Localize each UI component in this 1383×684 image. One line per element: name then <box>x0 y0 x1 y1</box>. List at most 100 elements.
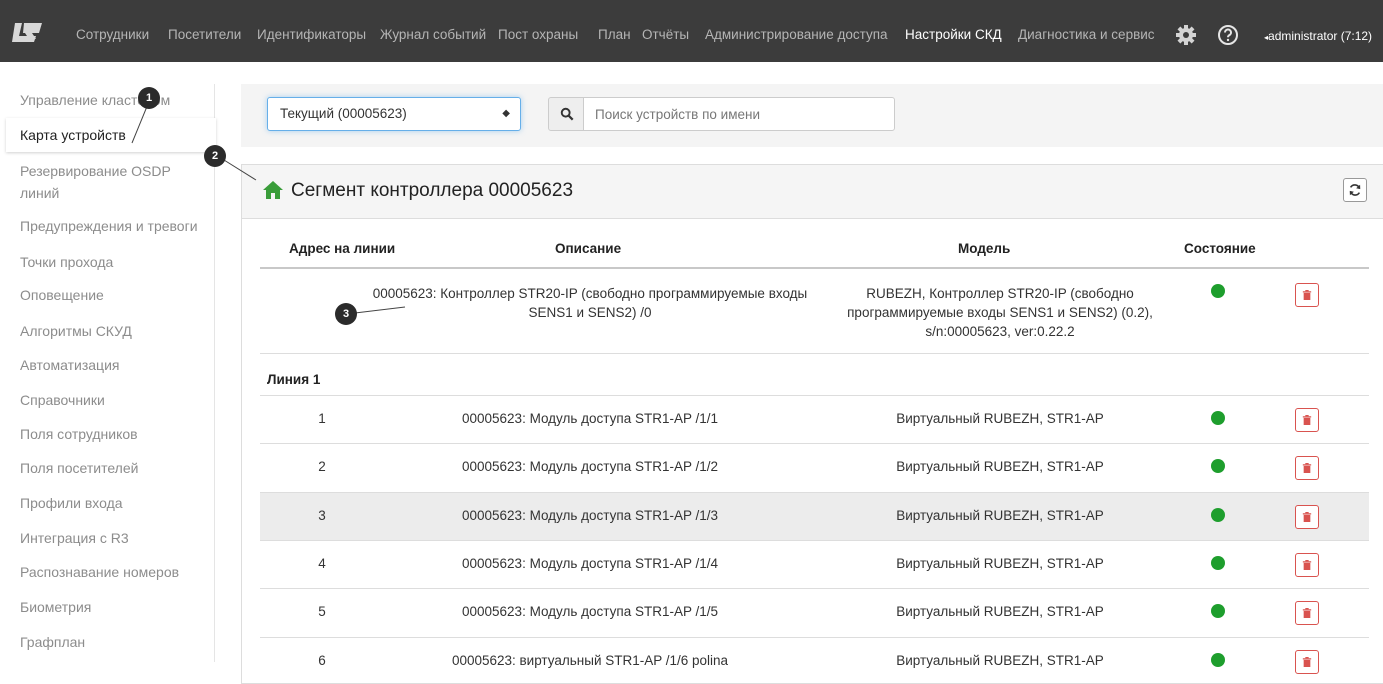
refresh-icon <box>1349 184 1361 196</box>
status-online-indicator <box>1211 604 1225 618</box>
nav-event-log[interactable]: Журнал событий <box>380 27 486 42</box>
delete-button[interactable] <box>1295 456 1319 480</box>
gear-icon[interactable] <box>1175 24 1197 46</box>
row-description: 00005623: Модуль доступа STR1-AP /1/1 <box>462 411 718 426</box>
sidebar-item-algorithms[interactable]: Алгоритмы СКУД <box>6 320 214 342</box>
callout-badge: 1 <box>138 87 160 109</box>
sidebar-item-device-map[interactable]: Карта устройств <box>6 118 216 152</box>
status-online-indicator <box>1211 411 1225 425</box>
sidebar-item-osdp-reserve[interactable]: Резервирование OSDP линий <box>6 160 196 204</box>
panel-heading: Сегмент контроллера 00005623 <box>242 165 1383 219</box>
trash-icon <box>1302 512 1312 522</box>
status-online-indicator <box>1211 653 1225 667</box>
home-icon <box>263 181 283 199</box>
sidebar-item-warnings[interactable]: Предупреждения и тревоги <box>6 215 214 237</box>
nav-employees[interactable]: Сотрудники <box>76 27 149 42</box>
row-model: Виртуальный RUBEZH, STR1-AP <box>896 556 1104 571</box>
panel-title: Сегмент контроллера 00005623 <box>291 180 574 201</box>
app-logo-icon[interactable] <box>12 23 42 42</box>
delete-button[interactable] <box>1295 601 1319 625</box>
user-menu[interactable]: ◂administrator (7:12) <box>1264 29 1372 43</box>
nav-diagnostics[interactable]: Диагностика и сервис <box>1018 27 1155 42</box>
row-address: 6 <box>318 653 326 668</box>
row-description: 00005623: Модуль доступа STR1-AP /1/2 <box>462 459 718 474</box>
sidebar-item-r3-integration[interactable]: Интеграция с R3 <box>6 527 214 549</box>
sidebar-item-employee-fields[interactable]: Поля сотрудников <box>6 423 214 445</box>
trash-icon <box>1302 608 1312 618</box>
segment-select-value: Текущий (00005623) <box>280 106 407 121</box>
nav-access-admin[interactable]: Администрирование доступа <box>705 27 888 42</box>
trash-icon <box>1302 415 1312 425</box>
sidebar-item-access-points[interactable]: Точки прохода <box>6 251 214 273</box>
row-description: 00005623: виртуальный STR1-AP /1/6 polin… <box>451 653 729 668</box>
row-model: Виртуальный RUBEZH, STR1-AP <box>896 653 1104 668</box>
row-address: 1 <box>318 411 326 426</box>
row-description: 00005623: Модуль доступа STR1-AP /1/3 <box>462 508 718 523</box>
nav-guard-post[interactable]: Пост охраны <box>498 27 578 42</box>
refresh-button[interactable] <box>1343 178 1367 202</box>
sidebar-item-plate-recognition[interactable]: Распознавание номеров <box>6 561 214 583</box>
trash-icon <box>1302 463 1312 473</box>
column-header-address[interactable]: Адрес на линии <box>289 241 395 256</box>
row-divider <box>260 492 1369 493</box>
trash-icon <box>1302 560 1312 570</box>
trash-icon <box>1302 657 1312 667</box>
row-divider <box>260 540 1369 541</box>
sidebar-item-notification[interactable]: Оповещение <box>6 284 214 306</box>
nav-acs-settings[interactable]: Настройки СКД <box>905 27 1002 42</box>
sidebar-item-grafplan[interactable]: Графплан <box>6 631 214 653</box>
sidebar: Управление кластером Карта устройств Рез… <box>6 84 216 662</box>
row-divider <box>260 353 1369 354</box>
help-icon[interactable] <box>1217 24 1239 46</box>
status-online-indicator <box>1211 556 1225 570</box>
row-divider <box>260 443 1369 444</box>
row-divider <box>260 637 1369 638</box>
row-address: 4 <box>318 556 326 571</box>
nav-reports[interactable]: Отчёты <box>642 27 689 42</box>
column-header-model[interactable]: Модель <box>958 241 1010 256</box>
row-model: Виртуальный RUBEZH, STR1-AP <box>896 411 1104 426</box>
callout-badge: 2 <box>204 145 226 167</box>
sidebar-item-automation[interactable]: Автоматизация <box>6 354 214 376</box>
delete-button[interactable] <box>1295 505 1319 529</box>
callout-badge: 3 <box>335 303 357 325</box>
segment-select[interactable]: Текущий (00005623) ◆ <box>267 97 521 131</box>
column-header-description[interactable]: Описание <box>555 241 621 256</box>
delete-button[interactable] <box>1295 650 1319 674</box>
top-navbar: Сотрудники Посетители Идентификаторы Жур… <box>0 0 1383 62</box>
sidebar-item-biometrics[interactable]: Биометрия <box>6 596 214 618</box>
search-input[interactable] <box>583 97 895 131</box>
delete-button[interactable] <box>1295 408 1319 432</box>
sidebar-item-references[interactable]: Справочники <box>6 389 214 411</box>
row-address: 3 <box>318 508 326 523</box>
filter-bar: Текущий (00005623) ◆ <box>241 84 1383 147</box>
user-name: administrator (7:12) <box>1268 29 1373 43</box>
nav-identifiers[interactable]: Идентификаторы <box>257 27 366 42</box>
status-online-indicator <box>1211 508 1225 522</box>
line-group-label: Линия 1 <box>267 372 321 387</box>
row-model: Виртуальный RUBEZH, STR1-AP <box>896 459 1104 474</box>
select-arrows-icon: ◆ <box>502 108 510 119</box>
search-icon <box>560 107 574 121</box>
sidebar-item-login-profiles[interactable]: Профили входа <box>6 492 214 514</box>
search-addon <box>548 97 584 131</box>
nav-plan[interactable]: План <box>598 27 631 42</box>
delete-button[interactable] <box>1295 553 1319 577</box>
row-model: Виртуальный RUBEZH, STR1-AP <box>896 604 1104 619</box>
sidebar-item-visitor-fields[interactable]: Поля посетителей <box>6 457 214 479</box>
row-divider <box>260 588 1369 589</box>
row-description: 00005623: Модуль доступа STR1-AP /1/5 <box>462 604 718 619</box>
nav-visitors[interactable]: Посетители <box>168 27 241 42</box>
row-description: 00005623: Контроллер STR20-IP (свободно … <box>372 286 808 320</box>
sidebar-item-cluster[interactable]: Управление кластером <box>6 89 214 111</box>
row-address: 2 <box>318 459 326 474</box>
status-online-indicator <box>1211 284 1225 298</box>
row-model: Виртуальный RUBEZH, STR1-AP <box>896 508 1104 523</box>
row-description: 00005623: Модуль доступа STR1-AP /1/4 <box>462 556 718 571</box>
header-divider <box>260 267 1369 269</box>
status-online-indicator <box>1211 459 1225 473</box>
trash-icon <box>1302 290 1312 300</box>
row-model: RUBEZH, Контроллер STR20-IP (свободно пр… <box>847 286 1153 339</box>
delete-button[interactable] <box>1295 283 1319 307</box>
column-header-status[interactable]: Состояние <box>1184 241 1256 256</box>
